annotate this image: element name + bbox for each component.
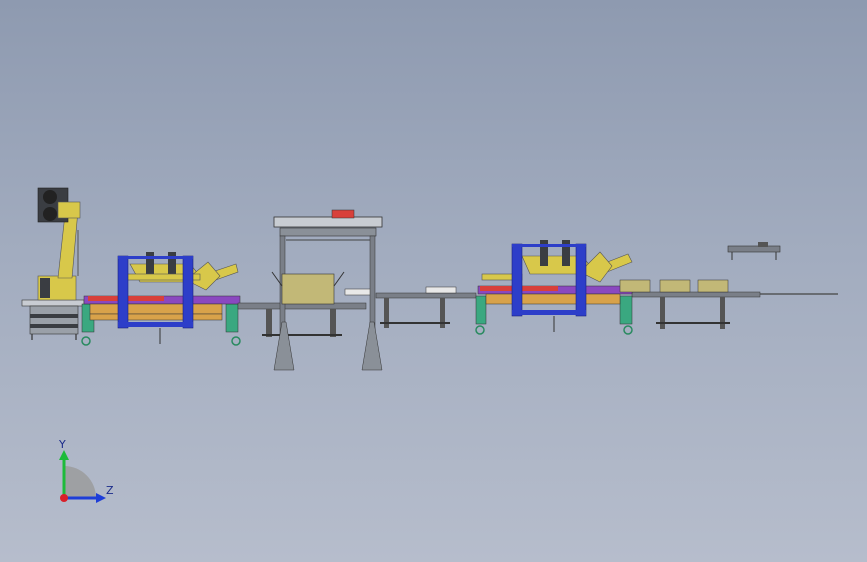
coordinate-triad: Y Z xyxy=(58,438,114,503)
assembly-model-view[interactable] xyxy=(0,0,867,562)
robot-station-2[interactable] xyxy=(475,240,729,335)
robot-station-1[interactable] xyxy=(81,252,241,346)
gripper-tool-icon[interactable] xyxy=(727,242,781,260)
robot-arm-icon[interactable] xyxy=(21,187,85,340)
x-axis-icon xyxy=(60,494,68,502)
cad-viewport[interactable]: Y Z xyxy=(0,0,867,562)
triad-plane-icon xyxy=(64,466,96,498)
z-axis-label: Z xyxy=(106,484,114,497)
y-axis-label: Y xyxy=(58,438,66,451)
